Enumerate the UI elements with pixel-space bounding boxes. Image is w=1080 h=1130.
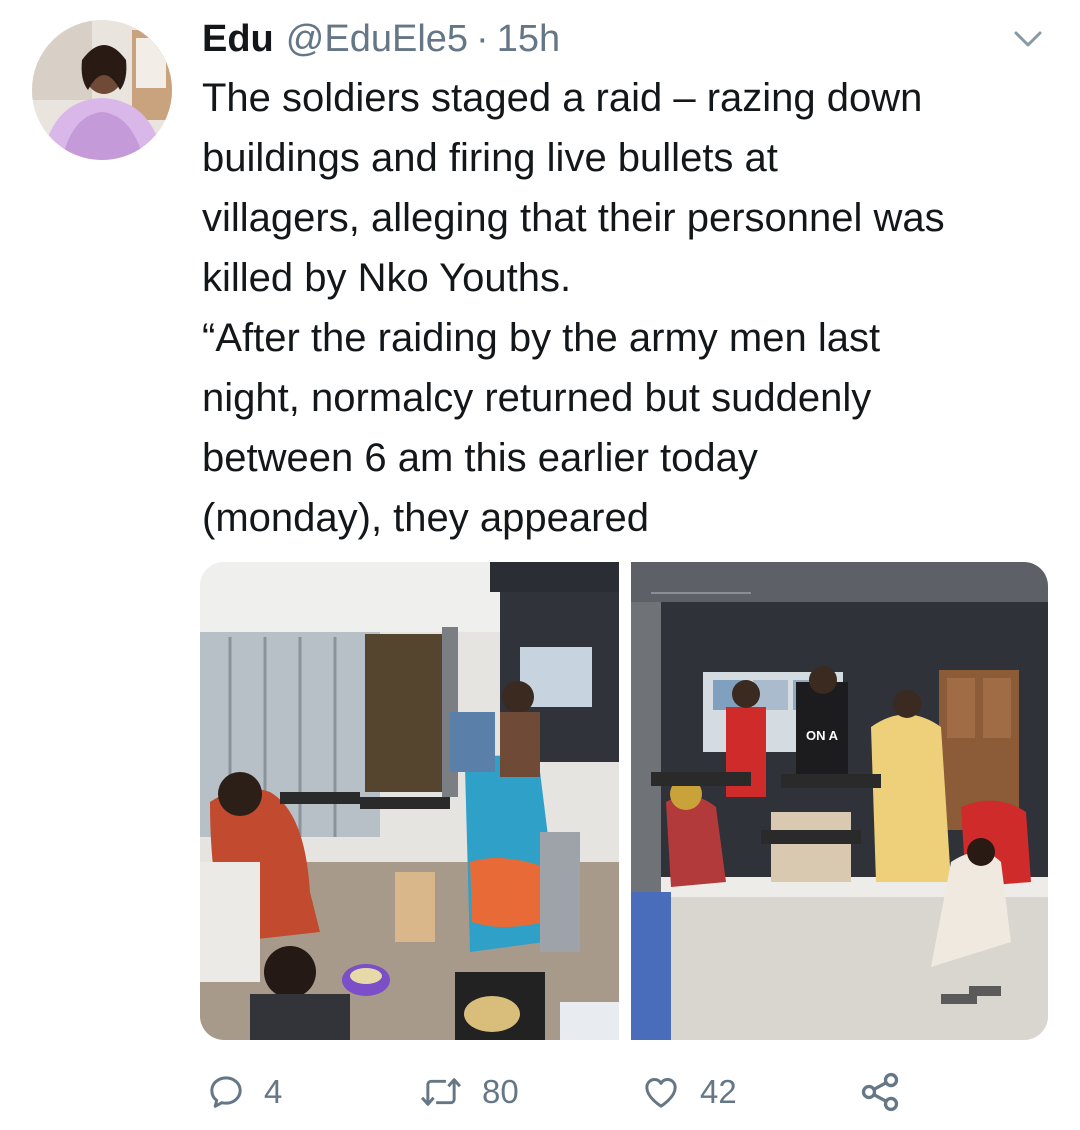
- user-handle[interactable]: @EduEle5: [286, 14, 468, 64]
- share-button[interactable]: [858, 1062, 902, 1122]
- display-name[interactable]: Edu: [202, 14, 274, 64]
- shirt-text: ON A: [806, 728, 839, 743]
- tweet-text-line: buildings and firing live bullets at: [202, 136, 778, 180]
- retweet-button[interactable]: 80: [418, 1062, 519, 1122]
- tweet-text-line: villagers, alleging that their personnel…: [202, 196, 945, 240]
- tweet-text-line: between 6 am this earlier today: [202, 436, 758, 480]
- tweet-timestamp[interactable]: 15h: [497, 14, 560, 64]
- reply-button[interactable]: 4: [206, 1062, 282, 1122]
- tweet-photo[interactable]: [200, 562, 619, 1040]
- share-icon: [861, 1072, 899, 1112]
- avatar-image: [32, 20, 172, 160]
- reply-icon: [210, 1076, 242, 1108]
- tweet-text-line: “After the raiding by the army men last: [202, 316, 881, 360]
- chevron-down-icon[interactable]: [1008, 24, 1048, 54]
- like-button[interactable]: 42: [640, 1062, 737, 1122]
- tweet-photo[interactable]: ON A: [631, 562, 1048, 1040]
- tweet-text-line: killed by Nko Youths.: [202, 256, 572, 300]
- tweet-text-line: The soldiers staged a raid – razing down: [202, 76, 923, 120]
- tweet-media: ON A: [200, 562, 1048, 1040]
- reply-count: 4: [264, 1073, 283, 1110]
- heart-icon: [645, 1078, 677, 1108]
- retweet-icon: [420, 1078, 462, 1106]
- retweet-count: 80: [482, 1073, 519, 1110]
- like-count: 42: [700, 1073, 737, 1110]
- tweet-text-line: night, normalcy returned but suddenly: [202, 376, 872, 420]
- tweet-actions: 4 80 42: [0, 1062, 1080, 1122]
- tweet-text-line: (monday), they appeared: [202, 496, 649, 540]
- tweet-header: Edu @EduEle5 · 15h: [202, 14, 560, 64]
- tweet-text: The soldiers staged a raid – razing down…: [202, 68, 1062, 548]
- avatar[interactable]: [32, 20, 172, 160]
- separator-dot: ·: [476, 18, 489, 60]
